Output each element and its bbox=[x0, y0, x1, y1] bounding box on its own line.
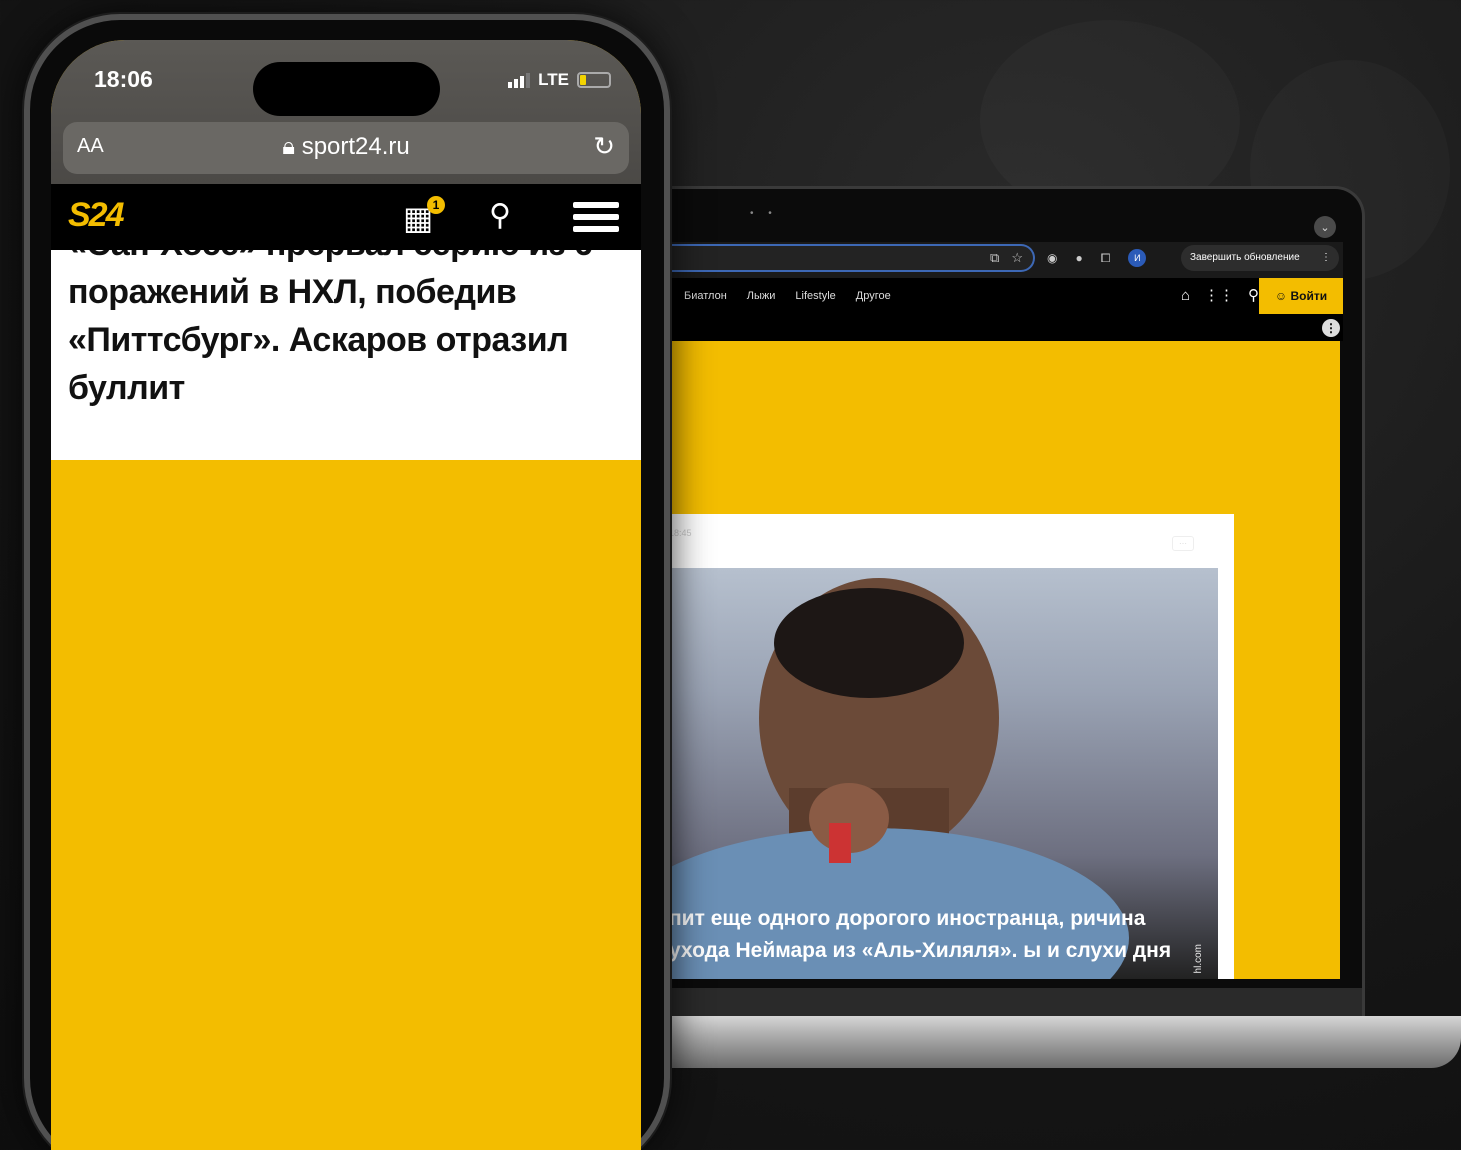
url-label: sport24.ru bbox=[301, 133, 410, 160]
laptop-hinge bbox=[600, 988, 1365, 1016]
nav-list: Биатлон Лыжи Lifestyle Другое bbox=[684, 278, 891, 314]
search-icon[interactable]: ⚲ bbox=[489, 198, 511, 233]
card-headline[interactable]: пит еще одного дорогого иностранца, ричи… bbox=[669, 903, 1189, 967]
card-time: 18:45 bbox=[669, 528, 692, 538]
camera-dots: • • bbox=[750, 208, 778, 219]
profile-avatar[interactable]: И bbox=[1128, 249, 1147, 267]
update-button-label: Завершить обновление bbox=[1190, 252, 1300, 263]
safari-address-bar[interactable]: AA 🔒︎ sport24.ru ↻ bbox=[63, 122, 629, 174]
main-content: 18:45 ⋯ пит еще одного дорогого иностран… bbox=[669, 341, 1340, 979]
share-button[interactable]: ⋯ bbox=[1172, 536, 1194, 551]
more-menu-icon[interactable]: ⋮ bbox=[1321, 245, 1331, 271]
url-text[interactable]: 🔒︎ sport24.ru bbox=[63, 133, 629, 161]
address-bar[interactable]: ⧉ ☆ bbox=[669, 244, 1035, 272]
nav-item-biathlon[interactable]: Биатлон bbox=[684, 278, 727, 314]
status-time: 18:06 bbox=[94, 66, 153, 92]
dynamic-island bbox=[253, 62, 440, 116]
news-card[interactable]: 18:45 ⋯ пит еще одного дорогого иностран… bbox=[669, 514, 1234, 979]
site-logo[interactable]: S24 bbox=[68, 196, 124, 235]
network-label: LTE bbox=[538, 70, 569, 89]
search-icon[interactable]: ⚲ bbox=[1248, 278, 1259, 314]
camera-icon[interactable]: ◉ bbox=[1047, 251, 1057, 265]
circle-extension-icon[interactable]: ● bbox=[1075, 251, 1082, 265]
nav-item-ski[interactable]: Лыжи bbox=[747, 278, 776, 314]
bookmark-star-icon[interactable]: ☆ bbox=[1011, 250, 1023, 266]
article-title[interactable]: «Сан-Хосе» прервал серию из 6 поражений … bbox=[68, 250, 638, 412]
chevron-down-icon[interactable]: ⌄ bbox=[1314, 216, 1336, 238]
install-icon[interactable]: ⧉ bbox=[990, 250, 999, 266]
login-label: Войти bbox=[1290, 289, 1328, 303]
update-button[interactable]: Завершить обновление ⋮ bbox=[1181, 245, 1339, 271]
puzzle-icon[interactable]: ⧠ bbox=[1101, 251, 1111, 266]
laptop-base bbox=[600, 1016, 1461, 1068]
browser-toolbar: ⧉ ☆ ◉ ● ⧠ И Завершить обновление ⋮ bbox=[669, 242, 1343, 278]
gift-badge: 1 bbox=[427, 196, 445, 214]
photo-credit: hl.com bbox=[1193, 943, 1204, 973]
nav-item-other[interactable]: Другое bbox=[856, 278, 891, 314]
phone-screen: 18:06 LTE AA 🔒︎ sport24.ru ↻ S24 ▦ 1 ⚲ «… bbox=[51, 40, 641, 1150]
laptop: • • ⌄ ⧉ ☆ ◉ ● ⧠ И Завершить обновление ⋮… bbox=[600, 186, 1365, 1016]
reload-icon[interactable]: ↻ bbox=[593, 131, 615, 162]
gift-icon[interactable]: ⌂ bbox=[1181, 278, 1190, 314]
signal-icon bbox=[508, 72, 531, 88]
site-subbar: ⋮ bbox=[669, 314, 1343, 341]
nav-item-lifestyle[interactable]: Lifestyle bbox=[795, 278, 835, 314]
battery-icon bbox=[577, 72, 611, 88]
status-bar: 18:06 LTE AA 🔒︎ sport24.ru ↻ bbox=[51, 40, 641, 184]
user-icon: ☺ bbox=[1274, 289, 1288, 303]
article-header: «Сан-Хосе» прервал серию из 6 поражений … bbox=[51, 250, 641, 460]
article-photo[interactable]: пит еще одного дорогого иностранца, ричи… bbox=[669, 568, 1218, 979]
menu-icon[interactable] bbox=[573, 202, 619, 238]
extension-icons: ◉ ● ⧠ И bbox=[1047, 249, 1147, 267]
site-header: S24 ▦ 1 ⚲ bbox=[51, 184, 641, 250]
lock-icon: 🔒︎ bbox=[282, 133, 302, 160]
site-nav: Биатлон Лыжи Lifestyle Другое ⌂ ⋮⋮ ⚲ ☺ В… bbox=[669, 278, 1343, 314]
options-icon[interactable]: ⋮ bbox=[1322, 319, 1340, 337]
login-button[interactable]: ☺ Войти bbox=[1259, 278, 1343, 314]
grid-icon[interactable]: ⋮⋮ bbox=[1204, 278, 1234, 314]
